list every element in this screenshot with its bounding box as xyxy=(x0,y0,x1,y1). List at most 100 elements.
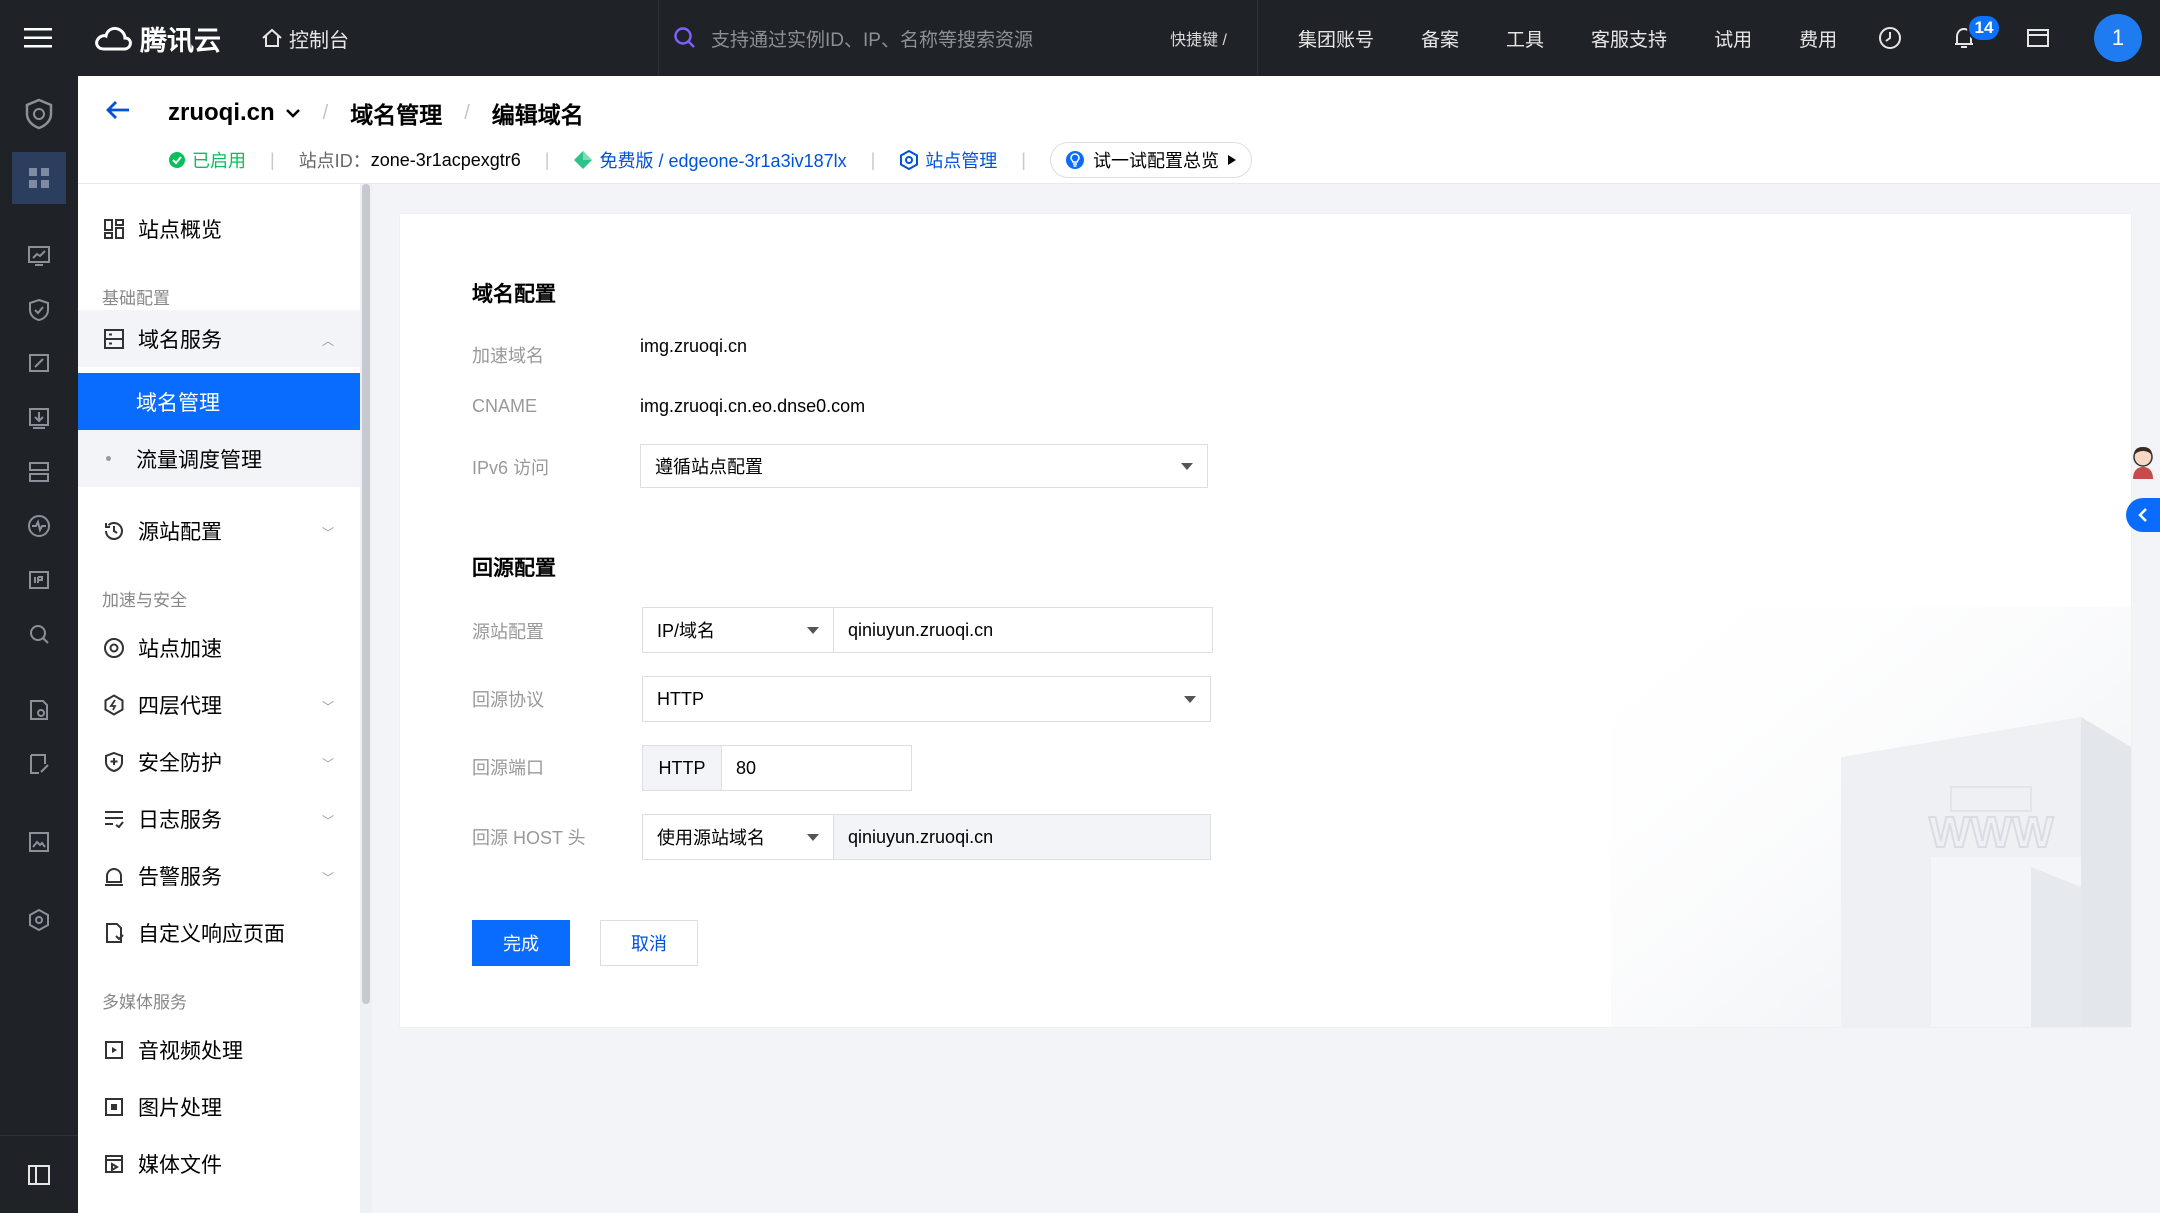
console-link[interactable]: 控制台 xyxy=(261,24,349,53)
search-bar[interactable]: 支持通过实例ID、IP、名称等搜索资源 快捷键 / xyxy=(658,0,1258,76)
document-edit-icon[interactable] xyxy=(12,738,66,790)
image-box-icon[interactable] xyxy=(12,816,66,868)
search-placeholder: 支持通过实例ID、IP、名称等搜索资源 xyxy=(711,29,1033,51)
sidebar-group-basic: 基础配置 xyxy=(102,289,170,308)
host-input[interactable]: qiniuyun.zruoqi.cn xyxy=(833,814,1211,860)
chevron-left-icon xyxy=(2138,508,2147,522)
origin-input-value: qiniuyun.zruoqi.cn xyxy=(848,619,994,640)
try-config-button[interactable]: 试一试配置总览 xyxy=(1049,142,1252,178)
breadcrumb-domain-manage[interactable]: 域名管理 xyxy=(350,96,442,130)
home-icon xyxy=(262,28,282,47)
origin-input[interactable]: qiniuyun.zruoqi.cn xyxy=(833,607,1213,653)
sidebar-scrollbar[interactable] xyxy=(360,184,372,1213)
nav-support[interactable]: 客服支持 xyxy=(1591,25,1667,52)
nav-billing[interactable]: 费用 xyxy=(1799,25,1837,52)
pulse-icon[interactable] xyxy=(12,500,66,552)
sidebar-item-domain-manage[interactable]: 域名管理 xyxy=(78,373,360,430)
shield-check-icon[interactable] xyxy=(12,284,66,336)
ip-box-icon[interactable] xyxy=(12,554,66,606)
ipv6-select[interactable]: 遵循站点配置 xyxy=(640,444,1208,488)
brand-name: 腾讯云 xyxy=(140,25,221,56)
console-label: 控制台 xyxy=(289,29,349,52)
monitor-edit-icon[interactable] xyxy=(12,338,66,390)
document-settings-icon[interactable] xyxy=(12,684,66,736)
user-avatar[interactable]: 1 xyxy=(2094,14,2142,62)
scrollbar-thumb[interactable] xyxy=(362,184,370,1004)
cname-value: img.zruoqi.cn.eo.dnse0.com xyxy=(640,396,866,416)
hexagon-icon[interactable] xyxy=(12,894,66,946)
cancel-button[interactable]: 取消 xyxy=(600,920,698,966)
magnifier-icon[interactable] xyxy=(12,608,66,660)
sidebar-item-label: 告警服务 xyxy=(138,865,222,889)
sidebar-group-accel: 加速与安全 xyxy=(102,591,187,610)
sidebar-item-overview[interactable]: 站点概览 xyxy=(78,200,360,257)
sidebar-item-label: 媒体文件 xyxy=(138,1153,222,1177)
cart-icon[interactable] xyxy=(2024,24,2052,52)
sidebar-item-domain-service[interactable]: 域名服务 ︿ xyxy=(78,310,360,367)
port-input-value: 80 xyxy=(736,757,757,778)
sidebar: 站点概览 基础配置 域名服务 ︿ 域名管理 流量调度管理 源站配置 ﹀ 加速与安… xyxy=(78,184,360,1213)
sidebar-item-site-accel[interactable]: 站点加速 xyxy=(78,619,360,676)
page-icon xyxy=(102,921,126,945)
sidebar-item-security[interactable]: 安全防护 ﹀ xyxy=(78,733,360,790)
protocol-select[interactable]: HTTP xyxy=(642,676,1211,722)
cname-label: CNAME xyxy=(472,396,538,416)
sidebar-item-label: 音视频处理 xyxy=(138,1039,243,1063)
nav-filing[interactable]: 备案 xyxy=(1421,25,1459,52)
sidebar-item-traffic-schedule[interactable]: 流量调度管理 xyxy=(78,430,360,487)
nav-tools[interactable]: 工具 xyxy=(1506,25,1544,52)
nav-trial[interactable]: 试用 xyxy=(1714,25,1752,52)
shield-icon xyxy=(102,750,126,774)
menu-icon[interactable] xyxy=(0,0,76,76)
host-type-select[interactable]: 使用源站域名 xyxy=(642,814,834,860)
origin-type-select[interactable]: IP/域名 xyxy=(642,607,834,653)
caret-down-icon xyxy=(807,627,819,634)
section-title-origin: 回源配置 xyxy=(472,557,556,580)
brand-logo[interactable]: 腾讯云 xyxy=(94,19,221,58)
site-selector[interactable]: zruoqi.cn xyxy=(168,99,301,127)
sidebar-item-alarm-service[interactable]: 告警服务 ﹀ xyxy=(78,847,360,904)
expand-panel-tab[interactable] xyxy=(2126,498,2160,532)
host-type-value: 使用源站域名 xyxy=(657,828,765,848)
site-id-value: zone-3r1acpexgtr6 xyxy=(370,149,521,170)
sidebar-item-image-process[interactable]: 图片处理 xyxy=(78,1078,360,1135)
sidebar-item-log-service[interactable]: 日志服务 ﹀ xyxy=(78,790,360,847)
submit-button[interactable]: 完成 xyxy=(472,920,570,966)
collapse-panel-icon[interactable] xyxy=(0,1135,78,1213)
site-manage-link[interactable]: 站点管理 xyxy=(899,147,997,173)
shield-product-icon[interactable] xyxy=(12,88,66,140)
chevron-down-icon: ﹀ xyxy=(321,700,334,714)
clock-icon[interactable] xyxy=(1876,24,1904,52)
search-icon xyxy=(674,27,695,48)
assistant-avatar[interactable] xyxy=(2126,444,2160,482)
sidebar-item-label: 安全防护 xyxy=(138,751,222,775)
sidebar-item-l4-proxy[interactable]: 四层代理 ﹀ xyxy=(78,676,360,733)
plan-link[interactable]: 免费版 / edgeone-3r1a3iv187lx xyxy=(573,147,847,173)
sidebar-item-av-process[interactable]: 音视频处理 xyxy=(78,1021,360,1078)
bullet-icon xyxy=(106,456,111,461)
chevron-down-icon: ﹀ xyxy=(321,814,334,828)
server-list-icon[interactable] xyxy=(12,446,66,498)
monitor-chart-icon[interactable] xyxy=(12,230,66,282)
svg-text:WWW: WWW xyxy=(1929,808,2054,857)
video-icon xyxy=(102,1038,126,1062)
sidebar-item-custom-page[interactable]: 自定义响应页面 xyxy=(78,904,360,961)
media-file-icon xyxy=(102,1152,126,1176)
caret-down-icon xyxy=(1184,696,1196,703)
host-input-value: qiniuyun.zruoqi.cn xyxy=(848,826,994,847)
port-input[interactable]: 80 xyxy=(721,745,912,791)
sidebar-item-origin-config[interactable]: 源站配置 ﹀ xyxy=(78,502,360,559)
plan-text: 免费版 / edgeone-3r1a3iv187lx xyxy=(599,151,847,171)
port-label: 回源端口 xyxy=(472,758,544,778)
sidebar-item-media-file[interactable]: 媒体文件 xyxy=(78,1135,360,1192)
page-title: 编辑域名 xyxy=(491,102,584,128)
grid-dashboard-icon[interactable] xyxy=(12,152,66,204)
top-nav: 集团账号 备案 工具 客服支持 试用 费用 xyxy=(1298,0,1884,76)
nav-group-account[interactable]: 集团账号 xyxy=(1298,25,1374,52)
accel-domain-label: 加速域名 xyxy=(472,346,544,366)
download-box-icon[interactable] xyxy=(12,392,66,444)
back-arrow-icon[interactable] xyxy=(100,92,136,128)
settings-hex-icon xyxy=(900,150,919,170)
alarm-icon xyxy=(102,864,126,888)
chevron-up-icon: ︿ xyxy=(321,334,334,348)
